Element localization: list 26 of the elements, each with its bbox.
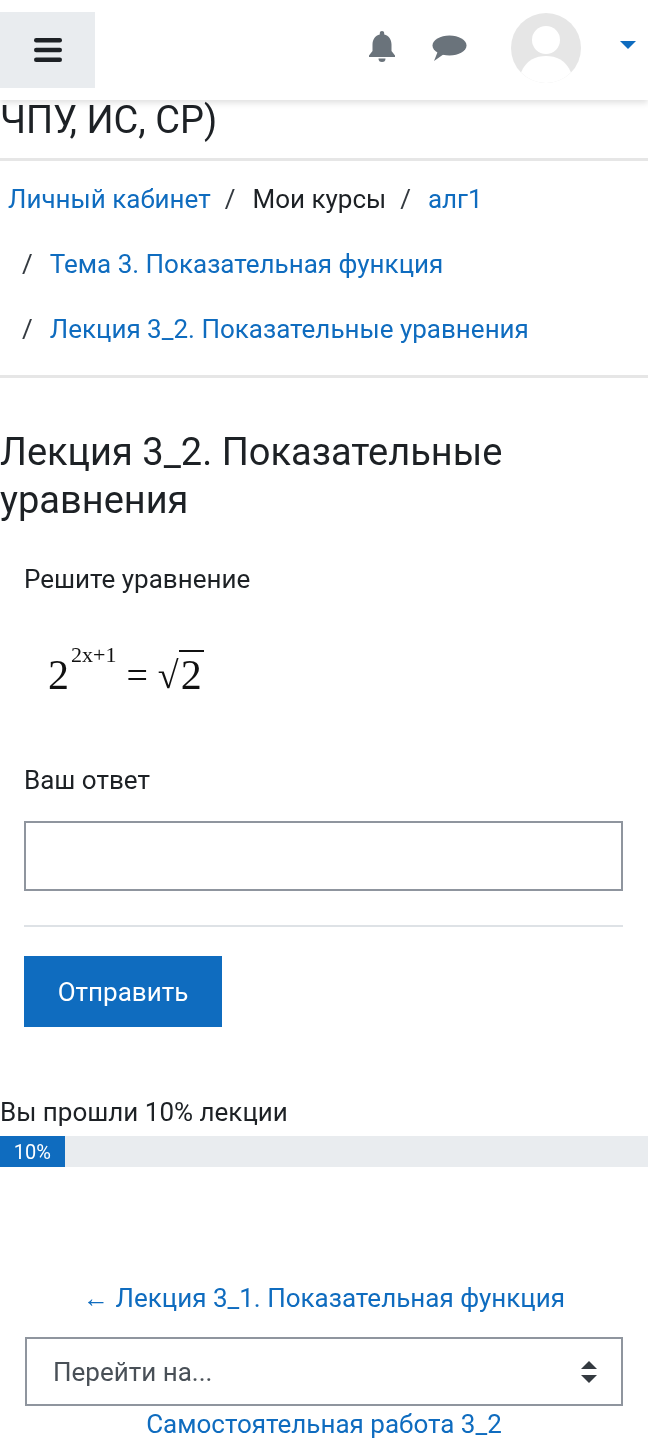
breadcrumb-separator: / (400, 183, 411, 216)
question-text: Решите уравнение (24, 563, 252, 596)
breadcrumb-text: Мои курсы (252, 183, 387, 216)
breadcrumb-separator: / (224, 183, 236, 216)
previous-page-link[interactable]: ← Лекция 3_1. Показательная функция (83, 1283, 565, 1313)
chat-bubble-icon[interactable] (431, 34, 467, 62)
breadcrumb-link[interactable]: Тема 3. Показательная функция (49, 232, 444, 297)
submit-button[interactable]: Отправить (24, 956, 222, 1027)
next-page-link[interactable]: Самостоятельная работа 3_2 (146, 1409, 502, 1439)
breadcrumb-link[interactable]: алг1 (427, 167, 483, 232)
course-title: ЧПУ, ИС, СР) (0, 100, 219, 140)
caret-icon[interactable] (620, 41, 636, 49)
menu-button[interactable] (0, 11, 95, 88)
up-down-caret-icon (581, 1360, 597, 1383)
page-title: Лекция 3_2. Показательные уравнения (0, 429, 504, 524)
progress-percent: 10% (13, 1139, 51, 1164)
menu-icon (33, 37, 62, 62)
bell-icon[interactable] (367, 30, 397, 64)
breadcrumb-link[interactable]: Личный кабинет (8, 167, 211, 232)
jump-to-select[interactable]: Перейти на... (25, 1337, 623, 1406)
breadcrumb-link[interactable]: Лекция 3_2. Показательные уравнения (49, 297, 529, 362)
breadcrumb-separator: / (22, 313, 33, 346)
breadcrumb-separator: / (22, 248, 33, 281)
answer-field[interactable] (24, 821, 623, 891)
answer-label: Ваш ответ (24, 764, 151, 797)
progress-label: Вы прошли 10% лекции (0, 1096, 289, 1129)
